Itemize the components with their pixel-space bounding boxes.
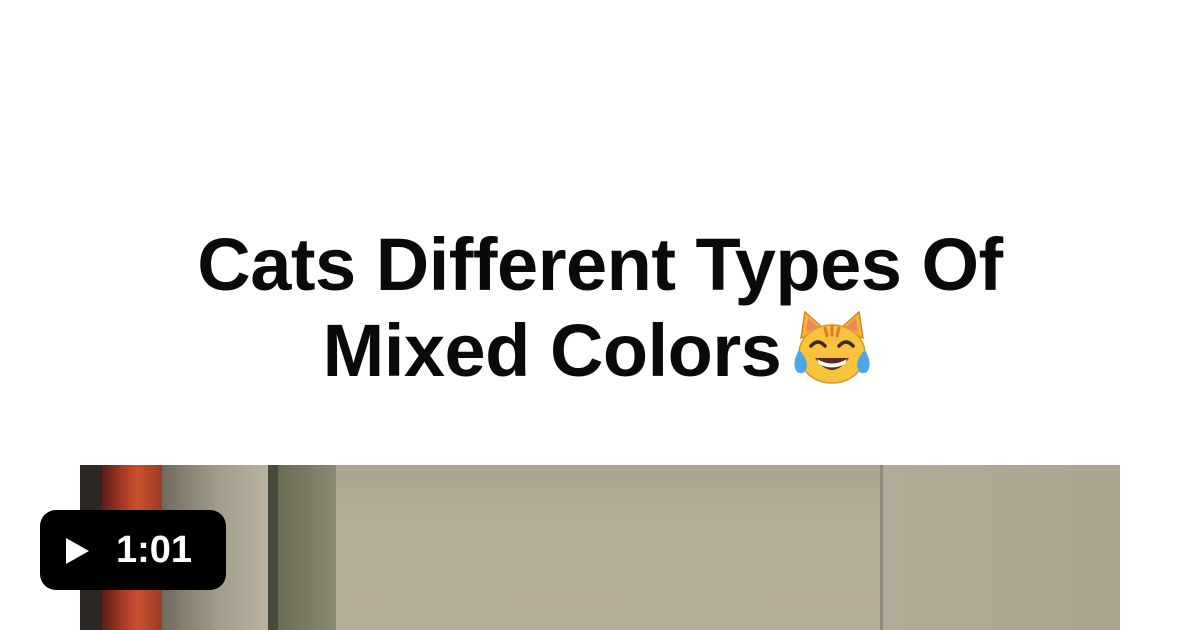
thumbnail-dark-strip xyxy=(268,465,278,630)
cat-face-with-tears-of-joy-icon xyxy=(794,310,870,384)
video-duration: 1:01 xyxy=(116,529,193,571)
video-thumbnail[interactable] xyxy=(80,465,1120,630)
post-title-line-1: Cats Different Types Of xyxy=(197,223,1003,306)
play-icon[interactable] xyxy=(64,537,90,565)
post-title: Cats Different Types Of Mixed Colors xyxy=(100,222,1100,394)
share-preview-card: Cats Different Types Of Mixed Colors 1:0… xyxy=(0,0,1200,630)
thumbnail-green-panel xyxy=(278,465,336,630)
thumbnail-wall-right xyxy=(883,465,1120,630)
post-title-line-2-wrap: Mixed Colors xyxy=(100,308,1100,394)
post-title-line-2: Mixed Colors xyxy=(322,309,782,392)
thumbnail-wall xyxy=(336,465,880,630)
video-play-duration-badge[interactable]: 1:01 xyxy=(40,510,226,590)
